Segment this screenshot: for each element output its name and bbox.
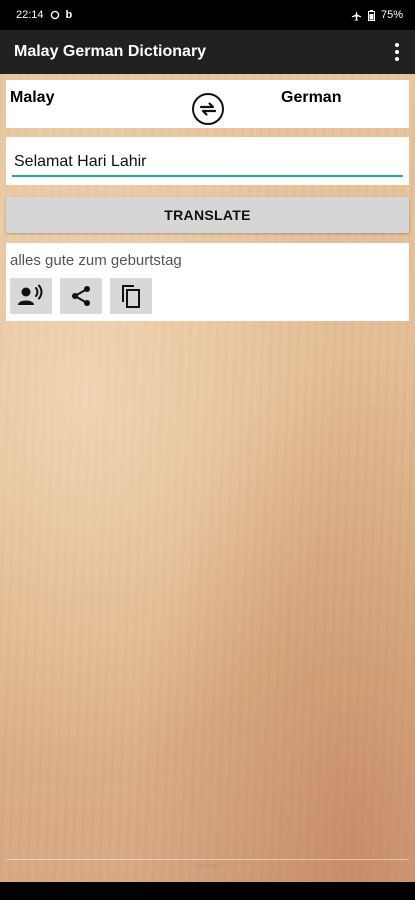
result-actions — [10, 278, 152, 314]
result-card: alles gute zum geburtstag — [6, 243, 409, 321]
navigation-bar — [0, 882, 415, 900]
share-button[interactable] — [60, 278, 102, 314]
app-title: Malay German Dictionary — [14, 43, 207, 60]
translation-result: alles gute zum geburtstag — [10, 252, 182, 269]
speaker-voice-icon — [18, 284, 43, 305]
input-card — [6, 137, 409, 185]
main-content: Malay German TRANSLATE alles gute zum ge… — [0, 74, 415, 882]
share-icon — [72, 286, 90, 306]
app-bar: Malay German Dictionary — [0, 30, 415, 74]
ad-label: Anzeige — [194, 863, 221, 870]
airplane-icon — [351, 10, 362, 21]
ad-divider — [6, 859, 409, 860]
sync-icon — [50, 10, 59, 20]
status-bar: 22:14 b 75% — [0, 0, 415, 30]
source-text-input[interactable] — [12, 145, 403, 177]
notification-icon: b — [65, 9, 73, 21]
battery-icon — [367, 9, 375, 21]
language-selector: Malay German — [6, 80, 409, 128]
copy-button[interactable] — [110, 278, 152, 314]
translate-button[interactable]: TRANSLATE — [6, 197, 409, 233]
more-options-icon[interactable] — [391, 39, 403, 65]
battery-level: 75% — [380, 9, 403, 21]
speak-button[interactable] — [10, 278, 52, 314]
source-language[interactable]: Malay — [10, 89, 54, 107]
swap-languages-icon[interactable] — [192, 93, 224, 125]
copy-icon — [122, 285, 140, 308]
target-language[interactable]: German — [281, 89, 341, 107]
status-time: 22:14 — [16, 9, 44, 21]
